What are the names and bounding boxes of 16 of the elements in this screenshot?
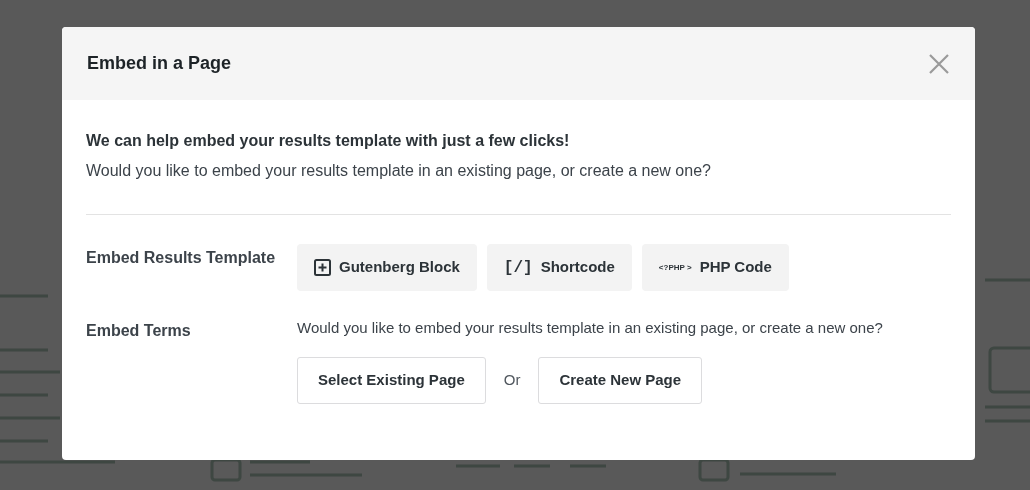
intro-heading: We can help embed your results template with just a few clicks! (86, 131, 571, 151)
embed-option-button[interactable]: <?PHP > PHP Code (641, 244, 789, 291)
embed-option-button[interactable]: Gutenberg Block (297, 244, 477, 291)
page-action-button[interactable]: Select Existing Page (297, 357, 486, 404)
intro-text: Would you like to embed your results template in an existing page, or create a new one? (86, 161, 712, 181)
section-description: Would you like to embed your results template in an existing page, or create a new one? (297, 318, 883, 338)
page-action-button[interactable]: Create New Page (538, 357, 703, 404)
close-icon[interactable] (929, 53, 949, 74)
brackets-icon: [/] (503, 255, 533, 280)
php-tag-icon: <?PHP > (658, 261, 692, 274)
plus-box-icon (314, 259, 331, 276)
dialog-title: Embed in a Page (87, 52, 232, 75)
section-label: Embed Results Template (86, 248, 277, 268)
embed-option-button[interactable]: [/] Shortcode (486, 244, 632, 291)
section-label: Embed Terms (86, 321, 192, 341)
or-separator: Or (503, 370, 521, 391)
